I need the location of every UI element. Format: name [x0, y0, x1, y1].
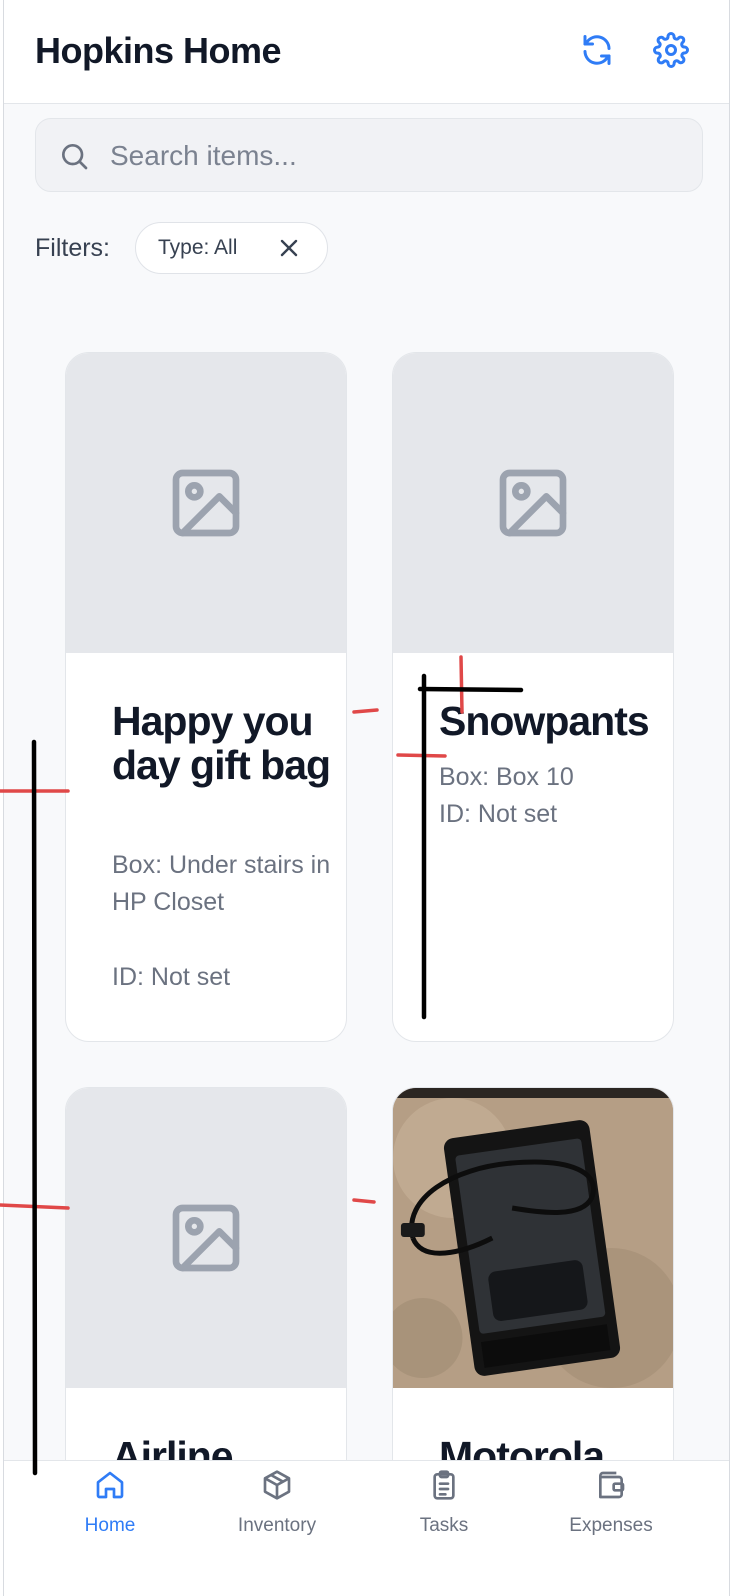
filter-chip-type[interactable]: Type: All [135, 222, 328, 274]
item-name: Happy you day gift bag [112, 698, 331, 788]
item-image-placeholder [66, 353, 346, 653]
image-icon [172, 1204, 240, 1272]
filters-label: Filters: [35, 234, 110, 262]
nav-inventory[interactable]: Inventory [187, 1461, 367, 1596]
refresh-icon[interactable] [579, 32, 615, 68]
filter-chip-label: Type: All [158, 236, 238, 259]
nav-expenses-label: Expenses [569, 1515, 653, 1536]
nav-expenses[interactable]: Expenses [521, 1461, 701, 1596]
close-icon[interactable] [277, 236, 301, 260]
item-card[interactable]: Happy you day gift bag Box: Under stairs… [65, 352, 347, 1042]
phone-photo-image [393, 1088, 673, 1388]
gear-icon[interactable] [653, 32, 689, 68]
clipboard-icon [433, 1470, 455, 1500]
app-window: Hopkins Home Filters: Type: All [3, 0, 730, 1596]
image-icon [499, 469, 567, 537]
item-name: Snowpants [439, 698, 650, 744]
home-icon [96, 1471, 124, 1499]
image-icon [172, 469, 240, 537]
item-id: ID: Not set [112, 963, 231, 991]
item-image-placeholder [66, 1088, 346, 1388]
search-icon [62, 144, 88, 170]
search-bar[interactable] [35, 118, 703, 192]
nav-home[interactable]: Home [20, 1461, 200, 1596]
page-title: Hopkins Home [35, 30, 282, 71]
app-header: Hopkins Home [4, 0, 729, 104]
wallet-icon [599, 1471, 625, 1499]
nav-tasks-label: Tasks [419, 1515, 469, 1536]
box-icon [263, 1470, 291, 1500]
item-card[interactable]: Snowpants Box: Box 10 ID: Not set [392, 352, 674, 1042]
item-box: Box: Box 10 [439, 763, 574, 791]
item-box: Box: Under stairs in HP Closet [112, 851, 331, 916]
nav-home-label: Home [84, 1515, 136, 1536]
search-input[interactable] [110, 131, 680, 181]
nav-inventory-label: Inventory [237, 1515, 317, 1536]
bottom-nav: Home Inventory Tasks Expenses [4, 1460, 729, 1596]
item-image-placeholder [393, 353, 673, 653]
nav-tasks[interactable]: Tasks [354, 1461, 534, 1596]
item-photo [393, 1088, 673, 1388]
item-id: ID: Not set [439, 800, 558, 828]
